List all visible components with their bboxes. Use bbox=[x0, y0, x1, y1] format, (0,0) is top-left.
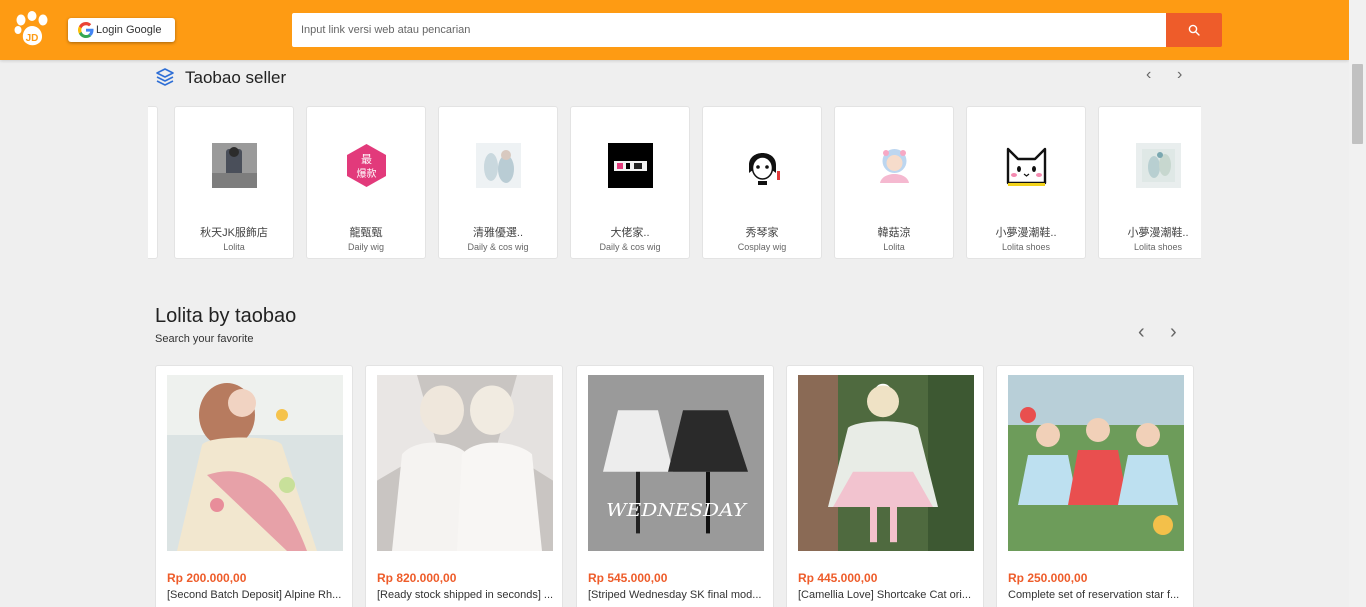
lolita-section-title: Lolita by taobao bbox=[155, 305, 297, 327]
seller-logo-image bbox=[212, 143, 257, 188]
seller-card[interactable]: 小夢漫潮鞋.. Lolita shoes bbox=[1098, 106, 1201, 259]
search-bar bbox=[292, 13, 1222, 47]
lolita-next-arrow-icon[interactable]: › bbox=[1170, 322, 1177, 342]
seller-card[interactable]: 大佬家.. Daily & cos wig bbox=[570, 106, 690, 259]
product-image bbox=[377, 375, 553, 551]
seller-card[interactable]: 秀琴家 Cosplay wig bbox=[702, 106, 822, 259]
seller-name: 清雅優選.. bbox=[472, 227, 524, 239]
product-title[interactable]: [Camellia Love] Shortcake Cat ori... bbox=[798, 589, 976, 601]
product-price: Rp 445.000,00 bbox=[798, 571, 878, 585]
product-image bbox=[167, 375, 343, 551]
seller-name: 小夢漫潮鞋.. bbox=[1127, 227, 1189, 239]
layers-icon bbox=[156, 68, 174, 86]
seller-category: Daily wig bbox=[347, 242, 384, 252]
page-scrollbar[interactable] bbox=[1349, 0, 1366, 607]
seller-card-partial[interactable] bbox=[148, 106, 158, 259]
paw-logo-icon[interactable]: JD bbox=[13, 11, 51, 47]
search-button[interactable] bbox=[1166, 13, 1222, 47]
product-card[interactable]: Rp 820.000,00 [Ready stock shipped in se… bbox=[365, 365, 563, 607]
product-image: WEDNESDAY bbox=[588, 375, 764, 551]
seller-card[interactable]: 韓菇涼 Lolita bbox=[834, 106, 954, 259]
seller-logo-image bbox=[1136, 143, 1181, 188]
seller-card[interactable]: 小夢漫潮鞋.. Lolita shoes bbox=[966, 106, 1086, 259]
seller-logo-image bbox=[608, 143, 653, 188]
seller-category: Lolita bbox=[223, 242, 245, 252]
seller-logo-image: 最 爆款 bbox=[344, 143, 389, 188]
product-image bbox=[798, 375, 974, 551]
seller-name: 秀琴家 bbox=[745, 227, 779, 239]
login-google-label: Login Google bbox=[96, 24, 162, 36]
top-header: JD Login Google bbox=[0, 0, 1349, 60]
seller-logo-image bbox=[476, 143, 521, 188]
seller-logo-image bbox=[872, 143, 917, 188]
seller-prev-arrow-icon[interactable]: ‹ bbox=[1146, 67, 1151, 83]
lolita-section-subtitle: Search your favorite bbox=[155, 333, 254, 345]
seller-category: Lolita shoes bbox=[1133, 242, 1183, 252]
product-title[interactable]: [Ready stock shipped in seconds] ... bbox=[377, 589, 555, 601]
product-title[interactable]: [Second Batch Deposit] Alpine Rh... bbox=[167, 589, 345, 601]
seller-logo-image bbox=[740, 143, 785, 188]
search-icon bbox=[1188, 24, 1200, 36]
product-title[interactable]: Complete set of reservation star f... bbox=[1008, 589, 1186, 601]
seller-name: 小夢漫潮鞋.. bbox=[995, 227, 1057, 239]
seller-name: 秋天JK服飾店 bbox=[200, 227, 268, 239]
seller-card[interactable]: 最 爆款 龍甄甄 Daily wig bbox=[306, 106, 426, 259]
seller-name: 龍甄甄 bbox=[349, 227, 383, 239]
product-image bbox=[1008, 375, 1184, 551]
seller-carousel: 秋天JK服飾店 Lolita 最 爆款 龍甄甄 Daily wig 清雅優選..… bbox=[148, 106, 1201, 259]
lolita-prev-arrow-icon[interactable]: ‹ bbox=[1138, 322, 1145, 342]
seller-category: Lolita shoes bbox=[1001, 242, 1051, 252]
seller-name: 大佬家.. bbox=[610, 227, 650, 239]
seller-card[interactable]: 清雅優選.. Daily & cos wig bbox=[438, 106, 558, 259]
seller-card[interactable]: 秋天JK服飾店 Lolita bbox=[174, 106, 294, 259]
seller-name: 韓菇涼 bbox=[877, 227, 911, 239]
seller-category: Daily & cos wig bbox=[599, 242, 661, 252]
product-price: Rp 250.000,00 bbox=[1008, 571, 1088, 585]
seller-section-title: Taobao seller bbox=[185, 68, 287, 87]
product-title[interactable]: [Striped Wednesday SK final mod... bbox=[588, 589, 766, 601]
google-icon bbox=[78, 22, 94, 38]
wednesday-text: WEDNESDAY bbox=[606, 501, 747, 521]
product-card[interactable]: Rp 445.000,00 [Camellia Love] Shortcake … bbox=[786, 365, 984, 607]
seller-category: Daily & cos wig bbox=[467, 242, 529, 252]
product-card[interactable]: Rp 250.000,00 Complete set of reservatio… bbox=[996, 365, 1194, 607]
product-card[interactable]: WEDNESDAY Rp 545.000,00 [Striped Wednesd… bbox=[576, 365, 774, 607]
svg-text:最: 最 bbox=[361, 153, 372, 166]
seller-category: Lolita bbox=[883, 242, 905, 252]
search-input[interactable] bbox=[292, 13, 1166, 47]
seller-next-arrow-icon[interactable]: › bbox=[1177, 67, 1182, 83]
scrollbar-thumb[interactable] bbox=[1352, 64, 1363, 144]
product-card[interactable]: Rp 200.000,00 [Second Batch Deposit] Alp… bbox=[155, 365, 353, 607]
product-price: Rp 200.000,00 bbox=[167, 571, 247, 585]
svg-text:爆款: 爆款 bbox=[357, 167, 377, 180]
login-google-button[interactable]: Login Google bbox=[68, 18, 175, 42]
seller-category: Cosplay wig bbox=[737, 242, 787, 252]
svg-text:JD: JD bbox=[26, 33, 39, 44]
seller-logo-image bbox=[1004, 143, 1049, 188]
product-price: Rp 545.000,00 bbox=[588, 571, 668, 585]
product-price: Rp 820.000,00 bbox=[377, 571, 457, 585]
